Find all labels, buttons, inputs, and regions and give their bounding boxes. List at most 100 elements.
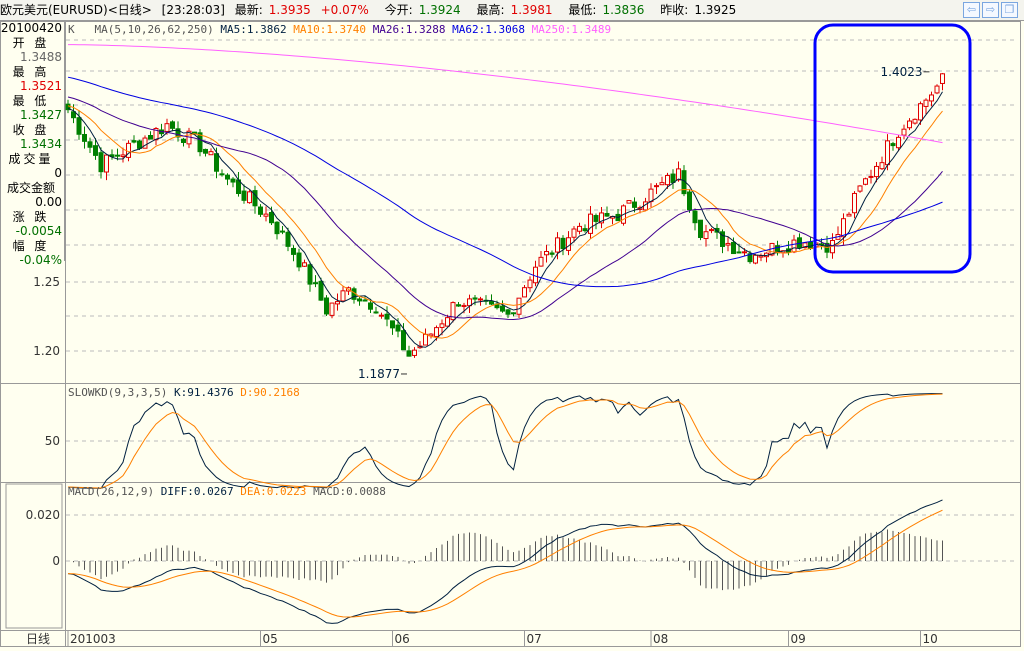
candle-up	[857, 185, 863, 192]
diff-value: DIFF:0.0267	[160, 485, 234, 498]
candle-down	[670, 173, 676, 183]
ma-params: MA(5,10,26,62,250)	[94, 23, 214, 36]
candle-down	[472, 297, 478, 300]
candle-up	[852, 192, 857, 214]
kd-legend: SLOWKD(9,3,3,5) K:91.4376 D:90.2168	[68, 386, 300, 399]
candle-up	[901, 128, 907, 136]
candle-up	[555, 237, 560, 253]
candle-up	[659, 182, 665, 186]
candle-up	[302, 262, 307, 267]
change-label: 涨 跌	[12, 209, 50, 224]
candle-up	[577, 225, 582, 232]
candle-down	[736, 251, 742, 254]
macd-title: MACD(26,12,9)	[68, 485, 155, 498]
macd-dea-line	[67, 509, 943, 618]
candle-up	[522, 287, 527, 298]
candle-up	[263, 213, 269, 217]
candle-up	[923, 99, 929, 107]
k-value: K:91.4376	[173, 386, 234, 399]
k-title: K	[68, 23, 75, 36]
month-label: 08	[653, 632, 668, 646]
candle-up	[791, 239, 797, 253]
ma5-value: MA5:1.3862	[220, 23, 287, 36]
ma5-line	[67, 91, 943, 348]
macd-legend: MACD(26,12,9) DIFF:0.0267 DEA:0.0223 MAC…	[68, 485, 386, 498]
macd-tick: 0.020	[26, 508, 60, 522]
candle-down	[148, 135, 153, 140]
candle-down	[131, 140, 137, 143]
candle-down	[115, 154, 120, 157]
dea-value: DEA:0.0223	[240, 485, 307, 498]
candle-up	[208, 151, 214, 156]
candle-down	[93, 145, 98, 156]
close-label: 收 盘	[12, 122, 50, 137]
candle-up	[742, 251, 747, 254]
candle-up	[758, 255, 764, 258]
volume-label: 成交量	[8, 151, 54, 166]
candle-down	[181, 138, 186, 143]
kd-title: SLOWKD(9,3,3,5)	[68, 386, 168, 399]
candle-up	[648, 188, 654, 203]
macd-diff-line	[67, 499, 943, 624]
month-label: 05	[263, 632, 278, 646]
candle-up	[929, 94, 934, 102]
candle-down	[582, 228, 588, 232]
candle-down	[87, 141, 93, 148]
candle-down	[731, 241, 736, 255]
ma26-line	[67, 96, 943, 321]
candle-down	[285, 231, 291, 247]
candle-up	[879, 162, 885, 170]
candle-down	[687, 191, 692, 211]
candle-down	[203, 148, 208, 154]
candle-up	[439, 323, 445, 328]
kd-tick: 50	[45, 434, 60, 448]
ma10-value: MA10:1.3740	[293, 23, 367, 36]
candle-down	[258, 206, 263, 215]
candle-down	[214, 153, 219, 172]
high-label: 最 高	[12, 64, 50, 79]
ma26-value: MA26:1.3288	[372, 23, 446, 36]
candle-down	[324, 297, 329, 315]
close-value: 1.3434	[20, 137, 62, 151]
month-label: 10	[923, 632, 938, 646]
candle-down	[549, 252, 555, 255]
chart-canvas[interactable]: 1.25 1.20 50 0.020 0 1.4023 1.1877 日线 201003 05 06…	[0, 0, 1024, 651]
candle-up	[753, 254, 758, 264]
candle-down	[76, 117, 82, 135]
candle-up	[676, 168, 681, 181]
bar-info-panel: 20100420 开 盘 1.3488 最 高 1.3521 最 低 1.342…	[0, 21, 65, 267]
candle-down	[395, 324, 401, 332]
candle-up	[412, 349, 417, 356]
price-annotation: 1.4023	[881, 65, 923, 79]
candle-up	[907, 120, 912, 129]
candle-down	[225, 174, 230, 180]
candle-down	[632, 201, 637, 208]
candle-up	[841, 218, 846, 238]
candle-down	[593, 215, 599, 222]
candle-up	[538, 256, 544, 267]
macd-value: MACD:0.0088	[313, 485, 386, 498]
candle-up	[340, 290, 346, 302]
candle-down	[489, 301, 494, 305]
price-tick: 1.25	[33, 275, 60, 289]
candle-up	[533, 266, 538, 284]
candle-down	[318, 280, 324, 301]
candle-down	[500, 305, 505, 312]
ma62-line	[67, 76, 943, 288]
candle-up	[379, 314, 384, 317]
candle-up	[934, 85, 940, 94]
candle-up	[120, 154, 126, 157]
candle-down	[98, 152, 104, 173]
candle-down	[604, 213, 610, 217]
candle-down	[82, 133, 87, 142]
low-value: 1.3427	[20, 108, 62, 122]
candle-up	[940, 73, 945, 84]
low-label: 最 低	[12, 93, 50, 108]
candle-up	[164, 123, 170, 132]
price-annotation: 1.1877	[358, 367, 400, 381]
candle-up	[527, 279, 533, 289]
candle-down	[357, 298, 362, 302]
candle-down	[170, 121, 175, 129]
xaxis-label: 日线	[26, 632, 50, 646]
price-tick: 1.20	[33, 344, 60, 358]
